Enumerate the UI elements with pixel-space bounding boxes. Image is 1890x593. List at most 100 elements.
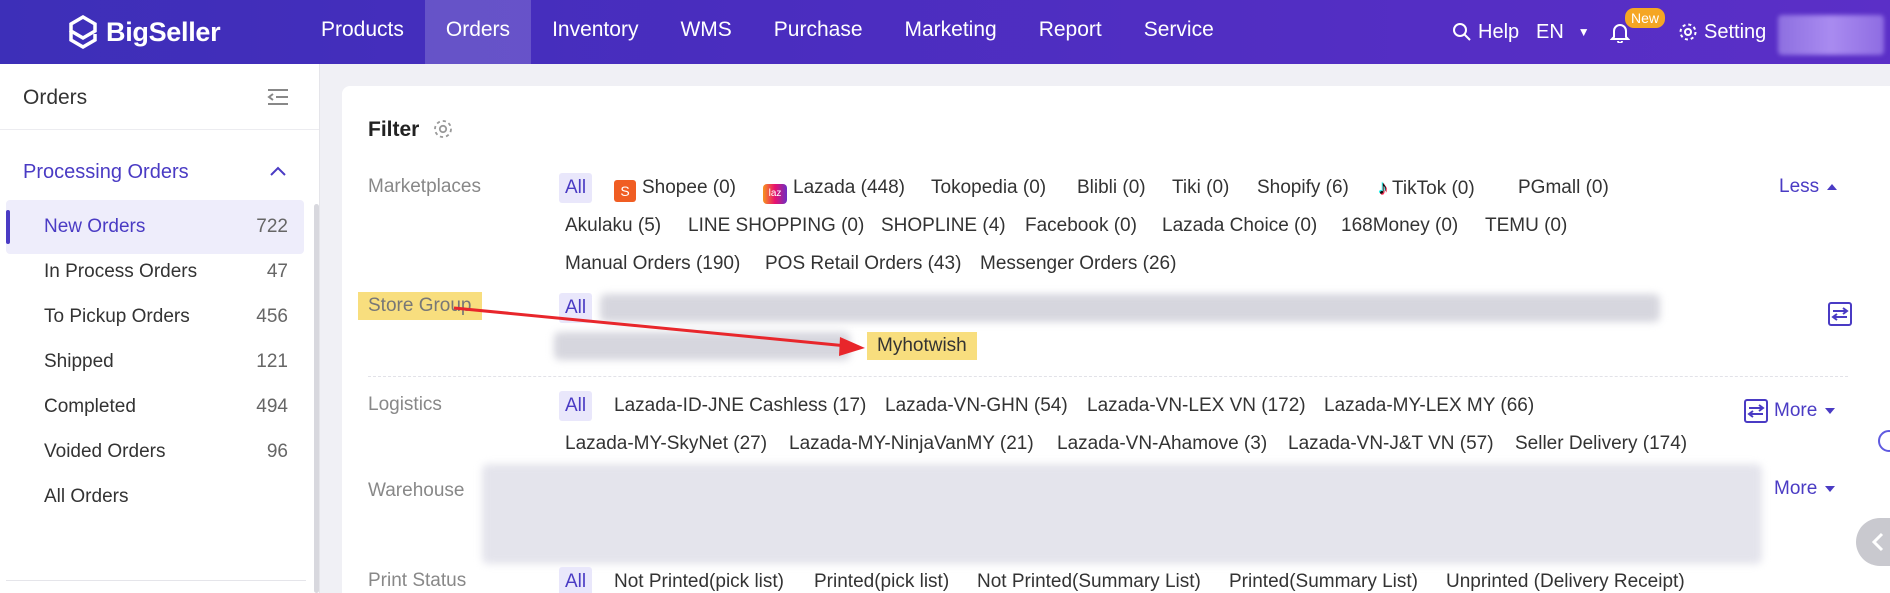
caret-up-icon [1827, 184, 1838, 190]
new-badge: New [1625, 8, 1666, 28]
caret-down-icon [1825, 408, 1836, 414]
setting-button[interactable]: Setting [1678, 0, 1766, 64]
nav-inventory[interactable]: Inventory [531, 0, 659, 64]
marketplace-shopify[interactable]: Shopify (6) [1257, 174, 1349, 202]
marketplace-messenger-orders[interactable]: Messenger Orders (26) [980, 250, 1176, 278]
marketplace-shopee[interactable]: S Shopee (0) [614, 174, 736, 202]
print-status-option[interactable]: Printed(Summary List) [1229, 568, 1418, 593]
sidebar-item-count: 722 [256, 216, 288, 237]
language-select[interactable]: EN ▼ [1536, 0, 1590, 64]
marketplace-lazada-choice[interactable]: Lazada Choice (0) [1162, 212, 1317, 240]
nav-report[interactable]: Report [1018, 0, 1123, 64]
logistics-option[interactable]: Lazada-ID-JNE Cashless (17) [614, 392, 866, 420]
logistics-all-chip[interactable]: All [559, 391, 593, 421]
redacted-stores [554, 332, 850, 360]
bigseller-logo[interactable]: BigSeller [68, 14, 221, 50]
nav-service[interactable]: Service [1123, 0, 1235, 64]
sidebar-scrollbar[interactable] [314, 204, 319, 593]
logistics-option[interactable]: Seller Delivery (174) [1515, 430, 1687, 458]
marketplace-pgmall[interactable]: PGmall (0) [1518, 174, 1609, 202]
filter-panel: Filter Marketplaces All S Shopee (0) laz L… [342, 86, 1890, 593]
caret-down-icon [1825, 486, 1836, 492]
collapse-menu-icon[interactable] [266, 86, 290, 108]
adjust-icon[interactable] [1828, 302, 1852, 326]
marketplaces-all-chip[interactable]: All [559, 173, 593, 203]
marketplace-tiki[interactable]: Tiki (0) [1172, 174, 1229, 202]
print-status-option[interactable]: Not Printed(pick list) [614, 568, 784, 593]
marketplace-blibli[interactable]: Blibli (0) [1077, 174, 1146, 202]
nav-orders[interactable]: Orders [424, 0, 532, 64]
logistics-option[interactable]: Lazada-VN-GHN (54) [885, 392, 1068, 420]
sidebar-title: Orders [23, 86, 88, 109]
print-status-label: Print Status [368, 570, 467, 591]
sidebar-item-all-orders[interactable]: All Orders [6, 470, 304, 524]
brand-name: BigSeller [106, 16, 221, 47]
warehouse-label: Warehouse [368, 480, 465, 501]
sidebar-item-count: 456 [256, 306, 288, 327]
store-group-all-chip[interactable]: All [559, 293, 593, 323]
print-status-option[interactable]: Printed(pick list) [814, 568, 949, 593]
print-status-option[interactable]: Not Printed(Summary List) [977, 568, 1201, 593]
logistics-more-button[interactable]: More [1774, 400, 1836, 422]
sidebar-item-count: 47 [266, 261, 288, 282]
sidebar-header: Orders [0, 64, 319, 130]
account-avatar[interactable] [1778, 15, 1884, 55]
marketplace-tiktok[interactable]: ♪ TikTok (0) [1378, 174, 1475, 202]
print-status-all-chip[interactable]: All [559, 567, 593, 593]
nav-purchase[interactable]: Purchase [753, 0, 884, 64]
processing-orders-section: Processing Orders [0, 148, 320, 196]
logistics-label: Logistics [368, 394, 442, 415]
collapse-side-tab[interactable] [1856, 518, 1890, 566]
sidebar-item-label: To Pickup Orders [44, 306, 190, 327]
help-link[interactable]: Help [1452, 0, 1519, 64]
store-myhotwish[interactable]: Myhotwish [867, 332, 977, 360]
shopee-icon: S [614, 180, 636, 202]
sidebar-item-count: 494 [256, 396, 288, 417]
sidebar: Orders Processing Orders New Orders 722 … [0, 64, 320, 593]
warehouse-more-button[interactable]: More [1774, 478, 1836, 500]
marketplace-manual-orders[interactable]: Manual Orders (190) [565, 250, 740, 278]
nav-products[interactable]: Products [300, 0, 425, 64]
marketplace-tokopedia[interactable]: Tokopedia (0) [931, 174, 1046, 202]
marketplace-shopline[interactable]: SHOPLINE (4) [881, 212, 1006, 240]
logistics-option[interactable]: Lazada-VN-J&T VN (57) [1288, 430, 1494, 458]
lazada-icon: laz [763, 184, 787, 204]
sidebar-item-count: 96 [266, 441, 288, 462]
marketplace-pos-retail-orders[interactable]: POS Retail Orders (43) [765, 250, 961, 278]
print-status-option[interactable]: Unprinted (Delivery Receipt) [1446, 568, 1685, 593]
marketplace-temu[interactable]: TEMU (0) [1485, 212, 1567, 240]
adjust-icon[interactable] [1744, 399, 1768, 423]
sidebar-item-label: New Orders [44, 216, 146, 237]
setting-label: Setting [1704, 21, 1767, 43]
gear-icon [1679, 23, 1697, 41]
sidebar-item-label: Completed [44, 396, 136, 417]
marketplace-label: Lazada (448) [793, 177, 905, 198]
marketplace-168money[interactable]: 168Money (0) [1341, 212, 1458, 240]
top-navbar: BigSeller Products Orders Inventory WMS … [0, 0, 1890, 64]
marketplace-label: TikTok (0) [1392, 178, 1475, 199]
marketplace-label: Shopee (0) [642, 177, 737, 198]
divider [368, 376, 1848, 377]
logistics-option[interactable]: Lazada-MY-LEX MY (66) [1324, 392, 1534, 420]
sidebar-item-label: In Process Orders [44, 261, 198, 282]
logistics-option[interactable]: Lazada-VN-Ahamove (3) [1057, 430, 1267, 458]
main-nav: Products Orders Inventory WMS Purchase M… [300, 0, 1235, 64]
processing-orders-header[interactable]: Processing Orders [0, 148, 320, 196]
sidebar-divider [6, 580, 306, 581]
nav-wms[interactable]: WMS [659, 0, 752, 64]
marketplace-akulaku[interactable]: Akulaku (5) [565, 212, 661, 240]
logistics-option[interactable]: Lazada-MY-NinjaVanMY (21) [789, 430, 1034, 458]
logistics-option[interactable]: Lazada-VN-LEX VN (172) [1087, 392, 1306, 420]
help-label: Help [1478, 21, 1520, 43]
store-group-label: Store Group [358, 292, 482, 320]
marketplace-facebook[interactable]: Facebook (0) [1025, 212, 1137, 240]
redacted-warehouses [482, 464, 1762, 564]
filter-title: Filter [368, 118, 420, 141]
marketplace-line-shopping[interactable]: LINE SHOPPING (0) [688, 212, 864, 240]
less-button[interactable]: Less [1779, 176, 1838, 198]
nav-marketing[interactable]: Marketing [884, 0, 1018, 64]
marketplace-lazada[interactable]: laz Lazada (448) [763, 174, 905, 204]
gear-icon[interactable] [432, 118, 454, 140]
tiktok-icon: ♪ [1378, 177, 1388, 199]
logistics-option[interactable]: Lazada-MY-SkyNet (27) [565, 430, 767, 458]
